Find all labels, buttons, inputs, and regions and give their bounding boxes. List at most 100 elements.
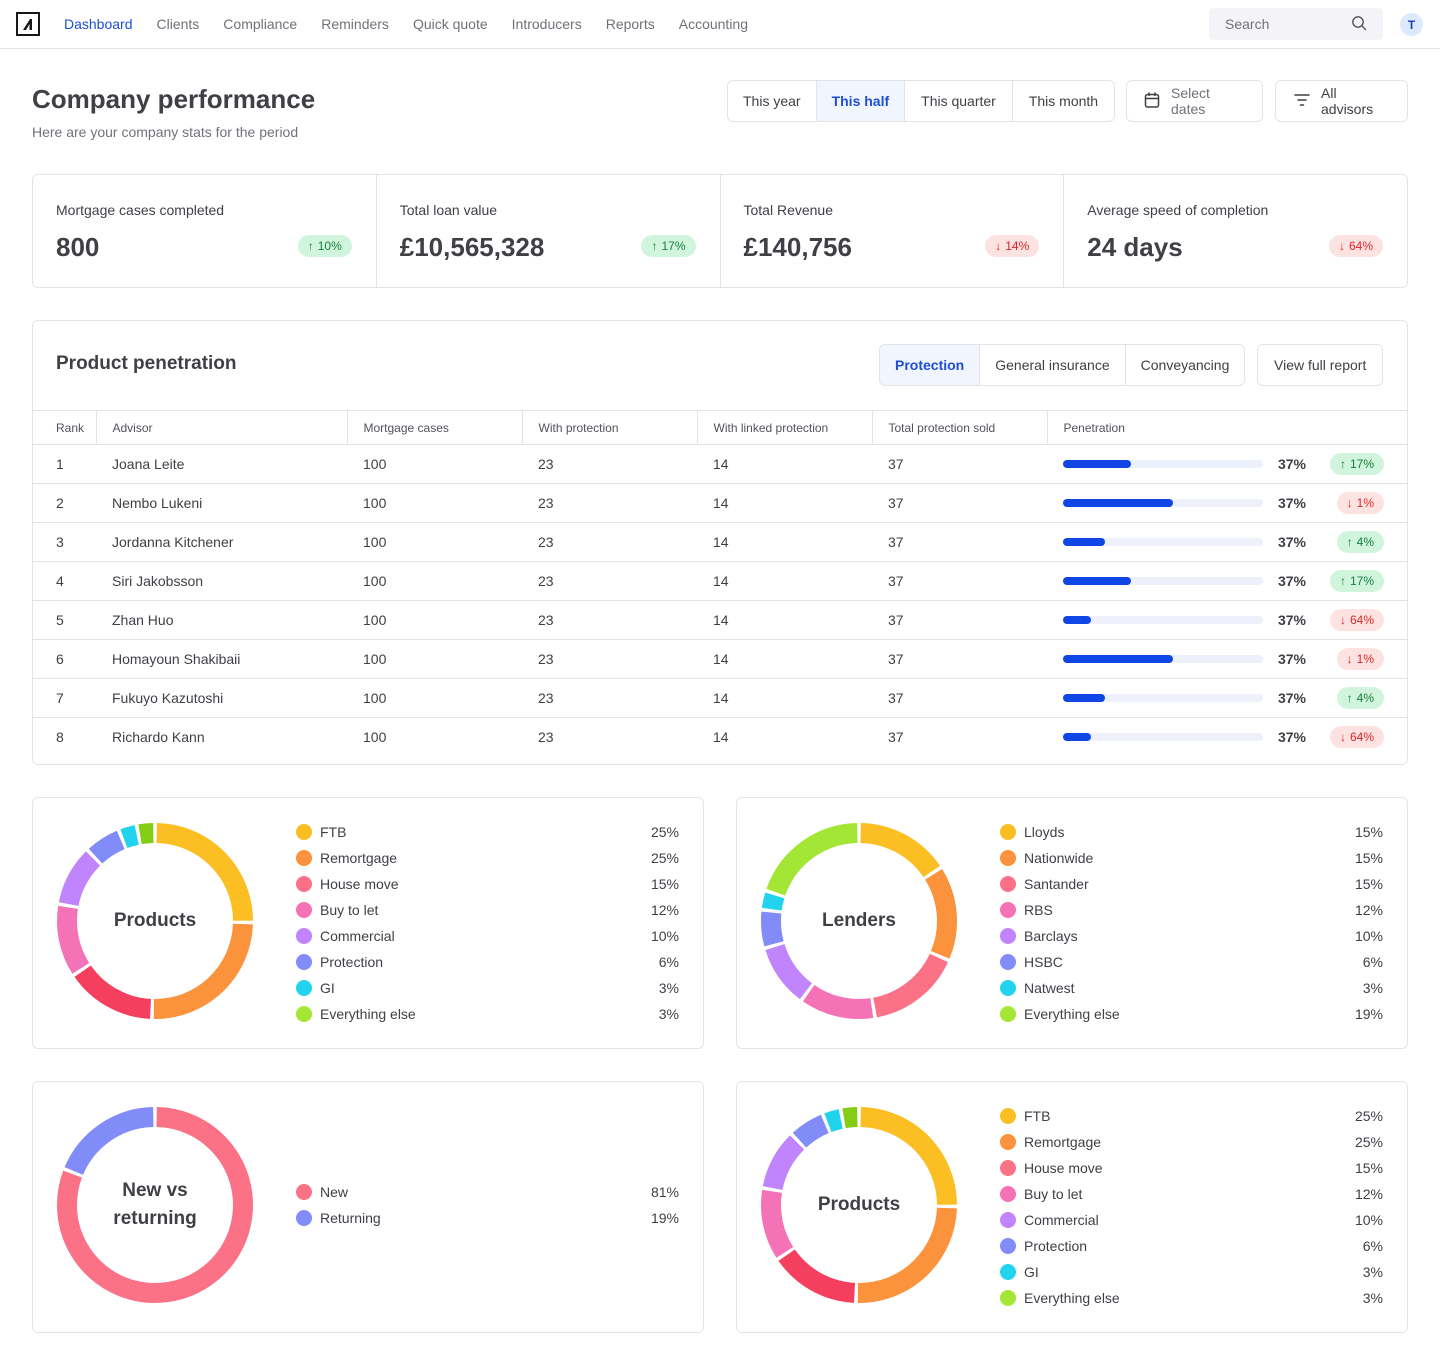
- penetration-cell: 37% ↓ 64%: [1047, 718, 1407, 757]
- logo-icon[interactable]: [16, 12, 40, 36]
- legend-item[interactable]: GI 3%: [1000, 1259, 1383, 1285]
- select-dates-button[interactable]: Select dates: [1126, 80, 1263, 122]
- legend-swatch: [296, 954, 312, 970]
- penetration-change-badge: ↓ 64%: [1329, 609, 1384, 631]
- kpi-label: Total loan value: [399, 202, 498, 218]
- legend-item[interactable]: Santander 15%: [1000, 871, 1383, 897]
- legend-item[interactable]: Remortgage 25%: [296, 845, 679, 871]
- column-header-advisor[interactable]: Advisor: [96, 410, 348, 445]
- legend-item[interactable]: Protection 6%: [1000, 1233, 1383, 1259]
- table-row[interactable]: 2 Nembo Lukeni 100 23 14 37 37% ↓ 1%: [33, 483, 1407, 523]
- period-this-half[interactable]: This half: [816, 81, 906, 121]
- legend-item[interactable]: Natwest 3%: [1000, 975, 1383, 1001]
- column-header-with-linked-protection[interactable]: With linked protection: [697, 410, 873, 445]
- nav-item-dashboard[interactable]: Dashboard: [64, 16, 133, 32]
- tab-protection[interactable]: Protection: [880, 345, 981, 385]
- table-row[interactable]: 3 Jordanna Kitchener 100 23 14 37 37% ↑ 4%: [33, 522, 1407, 562]
- penetration-value: 37%: [1277, 534, 1306, 550]
- mortgage-cases-cell: 100: [363, 729, 387, 746]
- legend-item[interactable]: Commercial 10%: [1000, 1207, 1383, 1233]
- avatar[interactable]: T: [1400, 13, 1423, 36]
- legend-item[interactable]: FTB 25%: [296, 819, 679, 845]
- rank-cell: 3: [33, 522, 96, 562]
- legend-label: Commercial: [1024, 1212, 1099, 1228]
- advisor-cell: Homayoun Shakibaii: [96, 639, 347, 679]
- nav-item-clients[interactable]: Clients: [157, 16, 200, 32]
- kpi-change-badge: ↓ 64%: [1328, 235, 1383, 257]
- nav-item-accounting[interactable]: Accounting: [679, 16, 748, 32]
- column-header-with-protection[interactable]: With protection: [522, 410, 698, 445]
- advisor-cell: Jordanna Kitchener: [96, 522, 347, 562]
- legend-label: Everything else: [1024, 1290, 1120, 1306]
- table-row[interactable]: 4 Siri Jakobsson 100 23 14 37 37% ↑ 17%: [33, 561, 1407, 601]
- table-row[interactable]: 5 Zhan Huo 100 23 14 37 37% ↓ 64%: [33, 600, 1407, 640]
- legend-item[interactable]: Buy to let 12%: [296, 897, 679, 923]
- period-this-quarter[interactable]: This quarter: [905, 81, 1013, 121]
- legend-item[interactable]: Lloyds 15%: [1000, 819, 1383, 845]
- arrow-down-icon: ↓: [1338, 239, 1345, 253]
- arrow-down-icon: ↓: [1339, 730, 1346, 745]
- period-selector: This year This half This quarter This mo…: [727, 80, 1116, 122]
- penetration-value: 37%: [1277, 612, 1306, 628]
- legend-item[interactable]: Everything else 19%: [1000, 1001, 1383, 1027]
- penetration-display: 37% ↑ 4%: [1063, 687, 1407, 709]
- penetration-bar-track: [1063, 694, 1263, 702]
- legend-item[interactable]: Nationwide 15%: [1000, 845, 1383, 871]
- legend-item[interactable]: House move 15%: [296, 871, 679, 897]
- column-header-total-protection-sold[interactable]: Total protection sold: [872, 410, 1048, 445]
- penetration-change-badge: ↓ 64%: [1329, 726, 1384, 749]
- legend-item[interactable]: Remortgage 25%: [1000, 1129, 1383, 1155]
- total-protection-cell: 37: [872, 600, 1047, 640]
- column-header-penetration[interactable]: Penetration: [1047, 410, 1407, 445]
- table-row[interactable]: 1 Joana Leite 100 23 14 37 37% ↑ 17%: [33, 444, 1407, 484]
- legend-item[interactable]: Protection 6%: [296, 949, 679, 975]
- legend-item[interactable]: Everything else 3%: [296, 1001, 679, 1027]
- period-this-year[interactable]: This year: [728, 81, 817, 121]
- legend-item[interactable]: Buy to let 12%: [1000, 1181, 1383, 1207]
- tab-general-insurance[interactable]: General insurance: [980, 345, 1126, 385]
- table-row[interactable]: 8 Richardo Kann 100 23 14 37 37% ↓ 64%: [33, 718, 1407, 757]
- column-header-rank[interactable]: Rank: [33, 410, 97, 445]
- legend-item[interactable]: Barclays 10%: [1000, 923, 1383, 949]
- kpi-change-badge: ↓ 14%: [985, 235, 1040, 257]
- legend-label: FTB: [1024, 1108, 1051, 1124]
- mortgage-cases-cell: 100: [347, 639, 522, 679]
- penetration-cell: 37% ↓ 1%: [1047, 483, 1407, 523]
- legend-item[interactable]: FTB 25%: [1000, 1103, 1383, 1129]
- nav-item-reports[interactable]: Reports: [606, 16, 655, 32]
- period-this-month[interactable]: This month: [1013, 81, 1114, 121]
- legend-item[interactable]: Returning 19%: [296, 1205, 679, 1231]
- table-row[interactable]: 6 Homayoun Shakibaii 100 23 14 37 37% ↓ 1%: [33, 639, 1407, 679]
- search-icon[interactable]: [1351, 15, 1367, 34]
- legend-label: HSBC: [1024, 954, 1063, 970]
- tab-conveyancing[interactable]: Conveyancing: [1126, 345, 1245, 385]
- rank-cell: 2: [33, 483, 96, 523]
- legend-item[interactable]: Commercial 10%: [296, 923, 679, 949]
- view-full-report-button[interactable]: View full report: [1257, 344, 1384, 386]
- nav-item-quick-quote[interactable]: Quick quote: [413, 16, 488, 32]
- legend-item[interactable]: HSBC 6%: [1000, 949, 1383, 975]
- column-header-mortgage-cases[interactable]: Mortgage cases: [347, 410, 523, 445]
- legend-value: 10%: [1354, 1212, 1383, 1228]
- search-input[interactable]: Search: [1209, 8, 1383, 40]
- legend-value: 15%: [1354, 824, 1383, 840]
- legend-value: 25%: [650, 824, 679, 840]
- penetration-display: 37% ↑ 17%: [1063, 453, 1407, 475]
- nav-item-compliance[interactable]: Compliance: [223, 16, 297, 32]
- legend-item[interactable]: RBS 12%: [1000, 897, 1383, 923]
- linked-protection-cell: 14: [697, 522, 872, 562]
- penetration-change-value: 64%: [1349, 613, 1374, 627]
- penetration-display: 37% ↓ 1%: [1063, 492, 1407, 514]
- table-row[interactable]: 7 Fukuyo Kazutoshi 100 23 14 37 37% ↑ 4%: [33, 678, 1407, 718]
- advisors-filter-button[interactable]: All advisors: [1275, 80, 1408, 122]
- nav-item-introducers[interactable]: Introducers: [512, 16, 582, 32]
- legend-item[interactable]: GI 3%: [296, 975, 679, 1001]
- legend-swatch: [1000, 1134, 1016, 1150]
- legend-item[interactable]: House move 15%: [1000, 1155, 1383, 1181]
- nav-item-reminders[interactable]: Reminders: [321, 16, 389, 32]
- legend-item[interactable]: Everything else 3%: [1000, 1285, 1383, 1311]
- search-placeholder: Search: [1225, 16, 1270, 32]
- legend-value: 6%: [1362, 1238, 1383, 1254]
- legend-label: Buy to let: [320, 902, 379, 918]
- legend-item[interactable]: New 81%: [296, 1179, 679, 1205]
